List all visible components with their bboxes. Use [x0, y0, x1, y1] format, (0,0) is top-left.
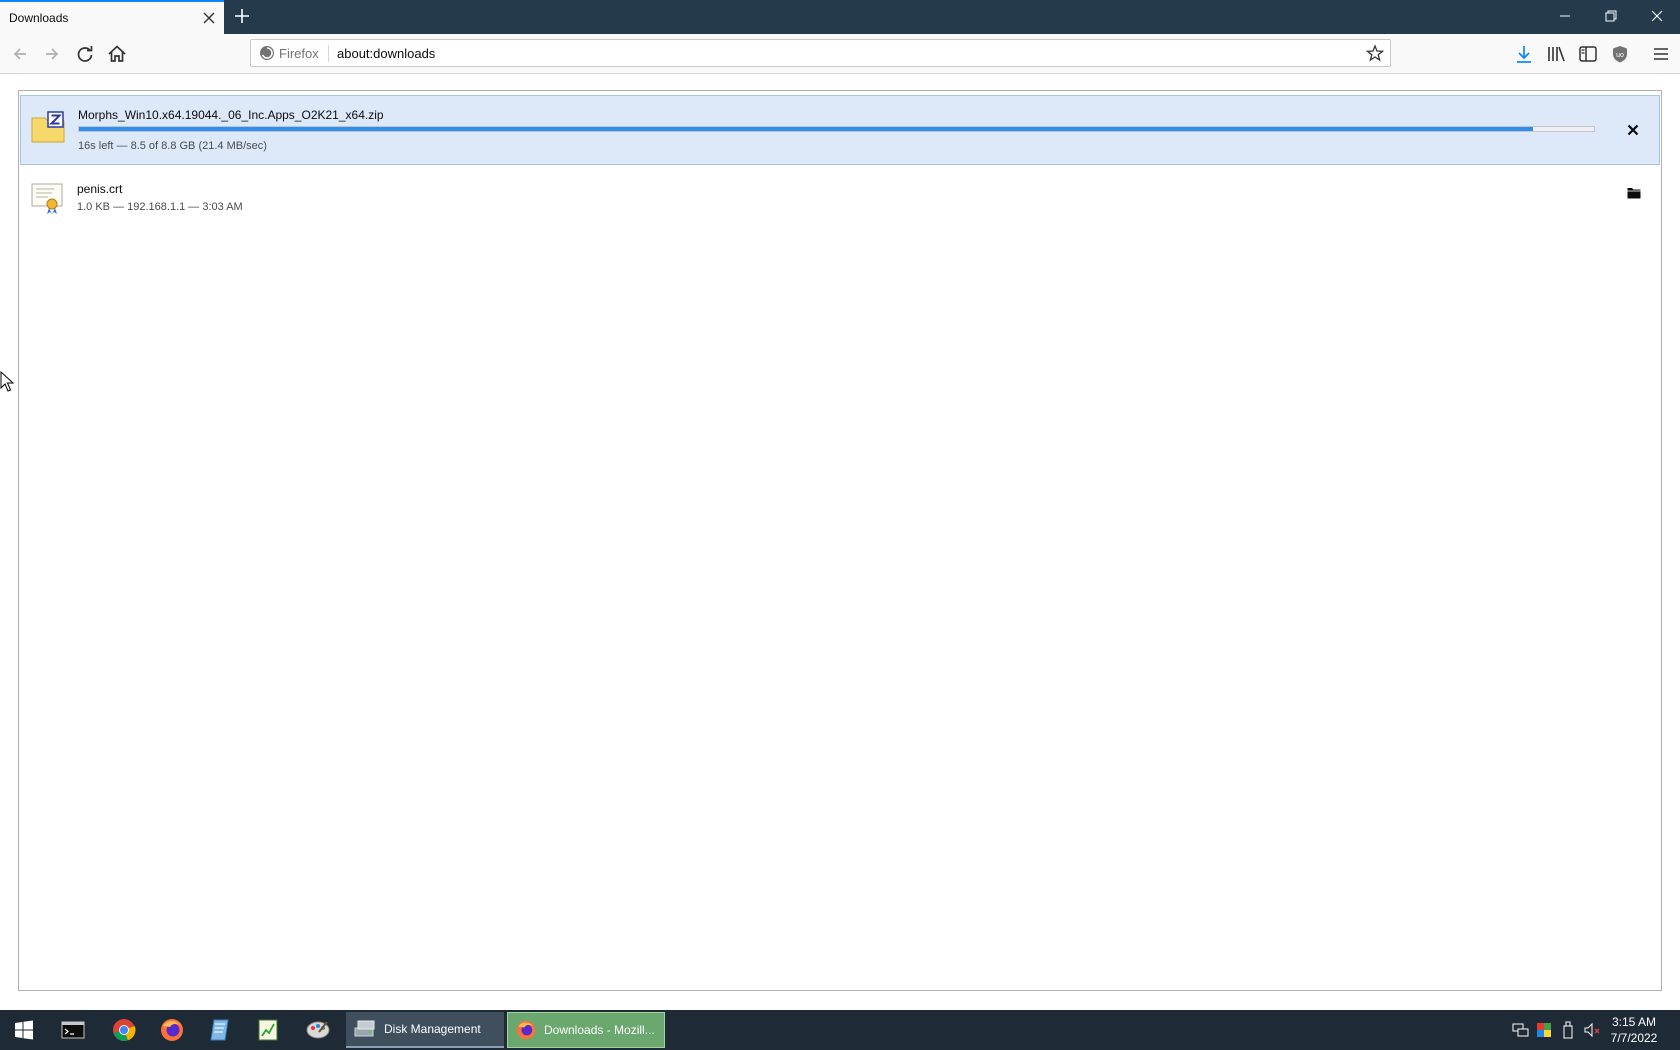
hamburger-menu-icon[interactable]: [1650, 43, 1672, 65]
taskbar-notepad[interactable]: [200, 1014, 240, 1046]
terminal-icon: [61, 1021, 85, 1039]
tab-title: Downloads: [9, 11, 69, 25]
firefox-icon: [516, 1020, 536, 1040]
usb-device-icon[interactable]: [1558, 1020, 1578, 1040]
firefox-logo-icon: [260, 46, 274, 60]
windows-logo-icon: [15, 1020, 33, 1040]
download-status: 16s left — 8.5 of 8.8 GB (21.4 MB/sec): [78, 140, 267, 152]
minimize-icon[interactable]: [1542, 0, 1588, 32]
new-tab-icon[interactable]: [231, 5, 253, 27]
ublock-shield-icon[interactable]: uo: [1609, 43, 1631, 65]
cancel-download-button[interactable]: [1621, 118, 1645, 142]
spreadsheet-icon: [258, 1019, 278, 1041]
paint-palette-icon: [306, 1021, 330, 1039]
download-status: 1.0 KB — 192.168.1.1 — 3:03 AM: [77, 201, 243, 213]
taskbar-app-disk-management[interactable]: Disk Management: [346, 1012, 504, 1048]
downloads-list: Morphs_Win10.x64.19044._06_Inc.Apps_O2K2…: [18, 90, 1662, 991]
download-progress-fill: [79, 127, 1534, 131]
back-arrow-icon[interactable]: [8, 42, 32, 66]
taskbar-app-label: Disk Management: [384, 1022, 481, 1036]
navigation-toolbar: Firefox about:downloads uo: [0, 34, 1680, 74]
sidebar-icon[interactable]: [1577, 43, 1599, 65]
download-item-active[interactable]: Morphs_Win10.x64.19044._06_Inc.Apps_O2K2…: [20, 95, 1660, 165]
tab-downloads[interactable]: Downloads: [0, 0, 224, 34]
taskbar-spreadsheet[interactable]: [248, 1014, 288, 1046]
bookmark-star-icon[interactable]: [1366, 44, 1384, 62]
taskbar-chrome[interactable]: [104, 1014, 144, 1046]
notepad-icon: [210, 1019, 229, 1041]
close-window-icon[interactable]: [1634, 0, 1680, 32]
tab-strip: Downloads: [0, 0, 1680, 34]
url-separator: [328, 45, 329, 62]
identity-box[interactable]: Firefox: [259, 45, 319, 61]
library-icon[interactable]: [1545, 43, 1567, 65]
taskbar-firefox[interactable]: [152, 1014, 192, 1046]
taskbar-app-firefox-downloads[interactable]: Downloads - Mozill...: [507, 1012, 665, 1048]
folder-icon: [1627, 188, 1641, 199]
chrome-icon: [113, 1019, 136, 1042]
taskbar-terminal[interactable]: [53, 1014, 93, 1046]
clock-date: 7/7/2022: [1610, 1031, 1658, 1045]
taskbar-paint[interactable]: [298, 1014, 338, 1046]
downloads-arrow-icon[interactable]: [1513, 43, 1535, 65]
mouse-cursor-icon: [0, 371, 14, 392]
cancel-icon: [1627, 124, 1639, 136]
system-clock[interactable]: 3:15 AM 7/7/2022: [1596, 1014, 1672, 1046]
svg-text:uo: uo: [1616, 52, 1624, 59]
forward-arrow-icon[interactable]: [40, 42, 64, 66]
network-icon[interactable]: [1510, 1020, 1530, 1040]
close-tab-icon[interactable]: [200, 9, 218, 27]
restore-icon[interactable]: [1588, 0, 1634, 32]
url-text[interactable]: about:downloads: [337, 46, 435, 61]
certificate-file-icon: [31, 183, 63, 214]
download-filename: penis.crt: [77, 182, 123, 196]
zip-archive-icon: [31, 111, 65, 143]
identity-label: Firefox: [279, 45, 319, 61]
download-item-completed[interactable]: penis.crt 1.0 KB — 192.168.1.1 — 3:03 AM: [20, 169, 1660, 237]
color-display-icon[interactable]: [1534, 1020, 1554, 1040]
open-containing-folder-button[interactable]: [1622, 181, 1646, 205]
home-icon[interactable]: [105, 42, 129, 66]
reload-icon[interactable]: [73, 42, 97, 66]
taskbar-app-label: Downloads - Mozill...: [544, 1023, 655, 1037]
clock-time: 3:15 AM: [1611, 1015, 1657, 1029]
download-progress-bar: [78, 126, 1595, 132]
url-bar[interactable]: Firefox about:downloads: [250, 39, 1391, 67]
start-button[interactable]: [4, 1014, 44, 1046]
taskbar: Disk Management Downloads - Mozill... 3:…: [0, 1010, 1680, 1050]
disk-management-icon: [354, 1020, 375, 1037]
firefox-icon: [161, 1019, 183, 1041]
download-filename: Morphs_Win10.x64.19044._06_Inc.Apps_O2K2…: [78, 108, 384, 122]
